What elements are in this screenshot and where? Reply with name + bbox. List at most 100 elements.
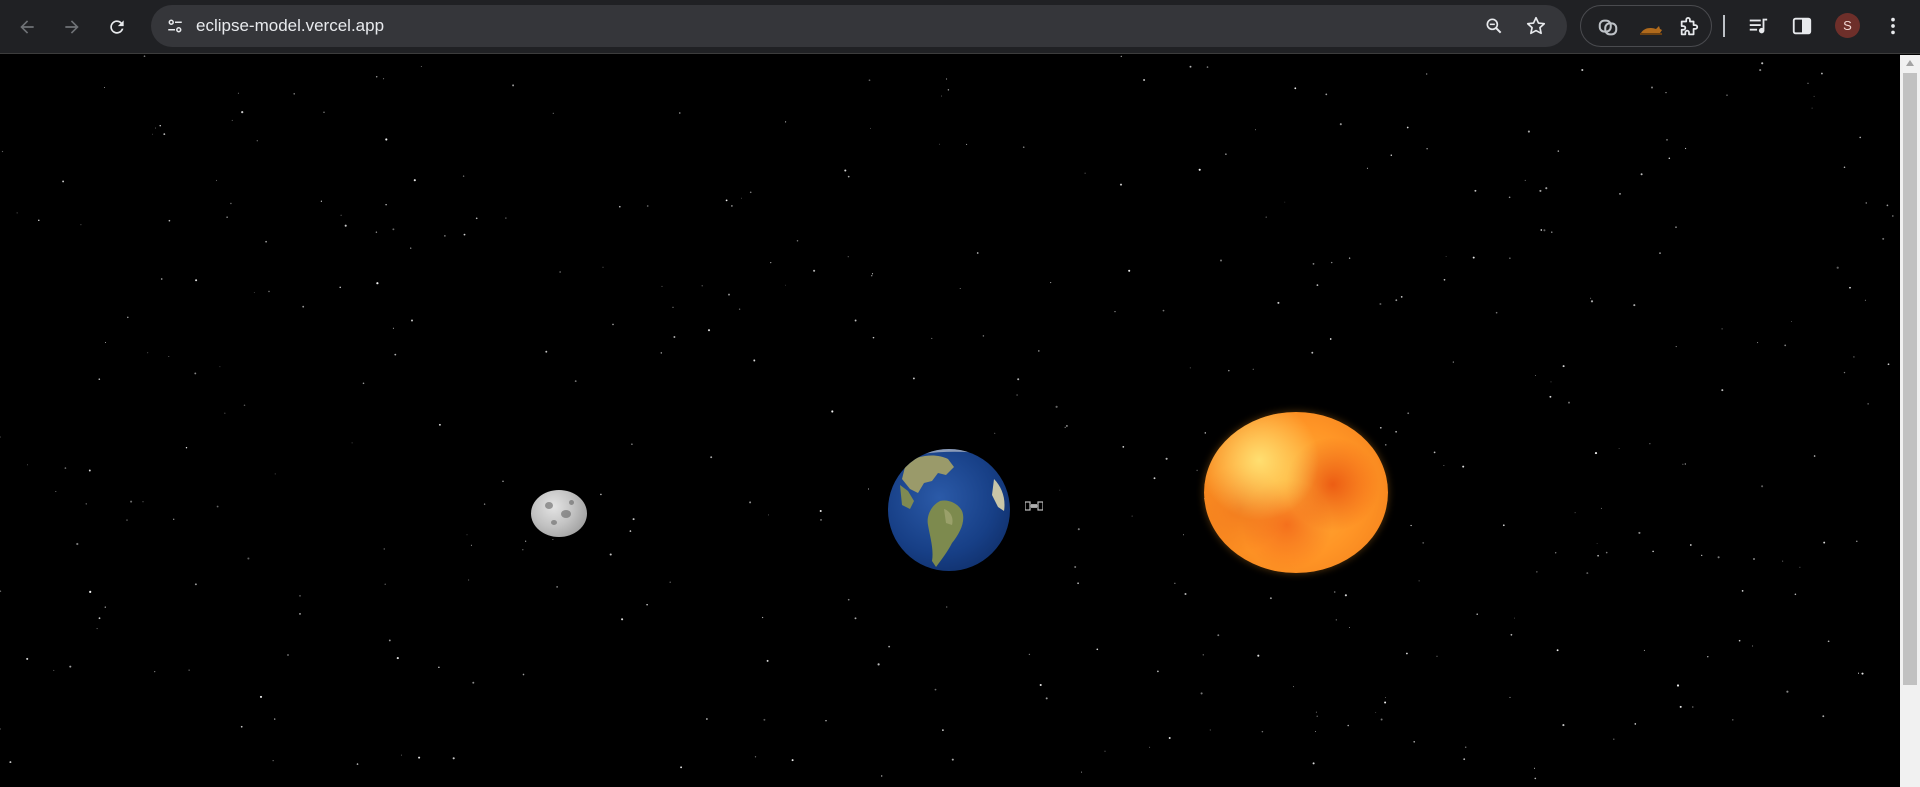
star bbox=[1204, 432, 1207, 434]
star bbox=[98, 617, 101, 620]
star bbox=[522, 548, 524, 551]
star bbox=[976, 252, 979, 254]
star bbox=[1666, 139, 1668, 141]
star bbox=[1157, 670, 1159, 673]
star bbox=[299, 613, 301, 615]
profile-avatar[interactable]: S bbox=[1835, 13, 1860, 38]
extension-logo-icon bbox=[1598, 19, 1618, 36]
star bbox=[847, 256, 849, 258]
star bbox=[1462, 465, 1465, 468]
star bbox=[1065, 424, 1068, 427]
star bbox=[85, 503, 87, 505]
url-text[interactable]: eclipse-model.vercel.app bbox=[196, 16, 384, 36]
star bbox=[256, 140, 258, 142]
star bbox=[946, 78, 948, 80]
star bbox=[1605, 551, 1608, 554]
star bbox=[1590, 300, 1594, 303]
star bbox=[1333, 591, 1336, 593]
address-bar[interactable]: eclipse-model.vercel.app bbox=[151, 5, 1567, 47]
site-info-button[interactable] bbox=[161, 12, 189, 40]
star bbox=[287, 654, 289, 656]
bookmark-button[interactable] bbox=[1524, 14, 1548, 38]
web-page-canvas[interactable] bbox=[0, 55, 1900, 787]
extension-button-2[interactable] bbox=[1638, 14, 1664, 40]
star bbox=[420, 66, 422, 67]
star bbox=[646, 205, 649, 207]
star bbox=[224, 412, 226, 414]
moon-crater bbox=[561, 510, 571, 518]
moon[interactable] bbox=[531, 490, 587, 537]
star bbox=[1153, 477, 1156, 480]
side-panel-icon bbox=[1792, 17, 1812, 35]
star bbox=[1613, 738, 1615, 740]
star bbox=[396, 657, 399, 660]
star bbox=[1640, 173, 1643, 176]
earth[interactable] bbox=[888, 449, 1010, 571]
star bbox=[831, 410, 834, 413]
star bbox=[1586, 572, 1589, 575]
star bbox=[545, 350, 548, 353]
star bbox=[669, 581, 671, 584]
star bbox=[1514, 617, 1516, 619]
star bbox=[931, 337, 933, 339]
star bbox=[1791, 321, 1792, 322]
vertical-scrollbar[interactable] bbox=[1900, 55, 1920, 787]
star bbox=[1638, 531, 1641, 534]
extensions-menu-button[interactable] bbox=[1676, 14, 1702, 40]
star bbox=[1857, 672, 1860, 674]
star bbox=[1081, 771, 1083, 773]
star bbox=[1407, 412, 1410, 415]
star bbox=[383, 78, 385, 80]
star bbox=[1189, 367, 1191, 369]
star bbox=[574, 380, 577, 382]
browser-menu-button[interactable] bbox=[1878, 11, 1908, 41]
star bbox=[1550, 381, 1552, 383]
star bbox=[1652, 550, 1654, 553]
star bbox=[452, 757, 455, 760]
star bbox=[1527, 130, 1530, 133]
side-panel-button[interactable] bbox=[1787, 11, 1817, 41]
star bbox=[1347, 724, 1349, 727]
star bbox=[475, 217, 478, 220]
star bbox=[1882, 237, 1885, 240]
zoom-button[interactable] bbox=[1482, 14, 1506, 38]
star bbox=[1472, 256, 1475, 259]
star bbox=[1400, 296, 1403, 298]
extensions-group bbox=[1580, 5, 1712, 47]
star bbox=[1887, 363, 1890, 366]
star bbox=[785, 121, 787, 123]
star bbox=[1059, 489, 1061, 491]
star bbox=[754, 756, 757, 758]
star bbox=[1016, 394, 1018, 396]
media-controls-button[interactable] bbox=[1743, 11, 1773, 41]
sun[interactable] bbox=[1204, 412, 1388, 573]
scrollbar-thumb[interactable] bbox=[1903, 73, 1917, 685]
extension-button-1[interactable] bbox=[1595, 14, 1621, 40]
star bbox=[1867, 403, 1869, 405]
back-button[interactable] bbox=[11, 11, 43, 43]
star bbox=[1557, 150, 1560, 152]
star bbox=[1543, 229, 1546, 232]
star bbox=[706, 718, 708, 720]
star bbox=[522, 673, 525, 676]
star bbox=[1676, 684, 1680, 687]
star bbox=[104, 606, 106, 608]
forward-button[interactable] bbox=[56, 11, 88, 43]
reload-button[interactable] bbox=[101, 11, 133, 43]
star bbox=[88, 469, 91, 472]
star bbox=[872, 336, 875, 339]
star bbox=[143, 55, 146, 58]
star bbox=[339, 286, 341, 289]
star bbox=[1162, 309, 1165, 312]
star bbox=[356, 763, 359, 765]
star bbox=[661, 285, 663, 287]
star bbox=[1390, 154, 1393, 157]
star bbox=[237, 92, 239, 94]
star bbox=[660, 352, 663, 354]
satellite-icon[interactable] bbox=[1025, 499, 1043, 513]
star bbox=[1675, 346, 1677, 348]
star bbox=[400, 754, 402, 756]
scroll-up-button[interactable] bbox=[1900, 55, 1920, 71]
star bbox=[1836, 266, 1839, 269]
star bbox=[1039, 683, 1042, 687]
